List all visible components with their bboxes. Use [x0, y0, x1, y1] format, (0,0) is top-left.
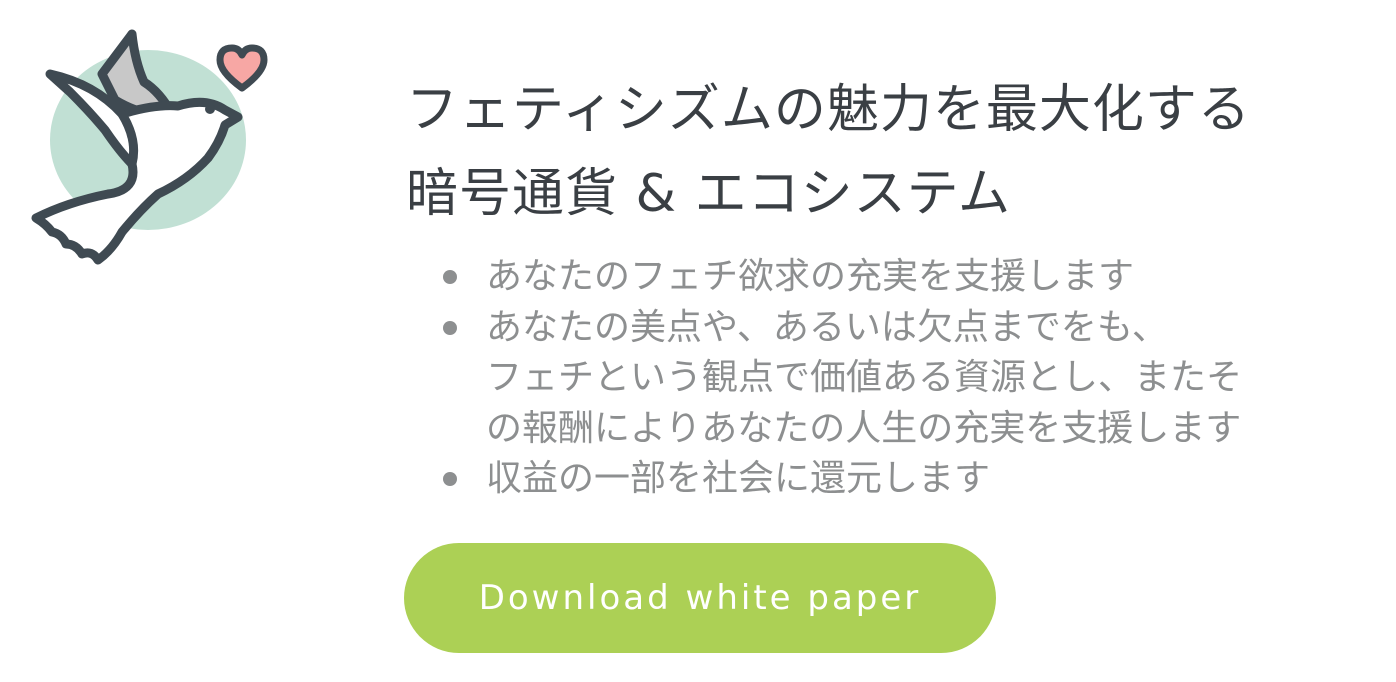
page-title: フェティシズムの魅力を最大化する 暗号通貨 & エコシステム — [406, 68, 1366, 236]
list-item-text: フェチという観点で価値ある資源とし、またそ — [486, 357, 1243, 398]
bullet-icon — [443, 472, 457, 486]
list-item: 収益の一部を社会に還元します — [440, 454, 1380, 505]
list-item-text: あなたのフェチ欲求の充実を支援します — [486, 256, 1135, 297]
list-item: あなたの美点や、あるいは欠点までをも、 フェチという観点で価値ある資源とし、また… — [440, 303, 1380, 455]
title-line-1: フェティシズムの魅力を最大化する — [406, 80, 1251, 140]
list-item-text: 収益の一部を社会に還元します — [486, 458, 991, 499]
title-line-2: 暗号通貨 & エコシステム — [406, 164, 1012, 224]
bullet-icon — [443, 270, 457, 284]
list-item-text: あなたの美点や、あるいは欠点までをも、 — [486, 306, 1168, 348]
download-white-paper-button[interactable]: Download white paper — [404, 543, 996, 653]
list-item: あなたのフェチ欲求の充実を支援します — [440, 252, 1380, 303]
feature-list: あなたのフェチ欲求の充実を支援します あなたの美点や、あるいは欠点までをも、 フ… — [440, 252, 1380, 505]
bullet-icon — [443, 320, 457, 335]
list-item-text: の報酬によりあなたの人生の充実を支援します — [486, 407, 1242, 449]
dove-logo-icon — [20, 22, 280, 272]
